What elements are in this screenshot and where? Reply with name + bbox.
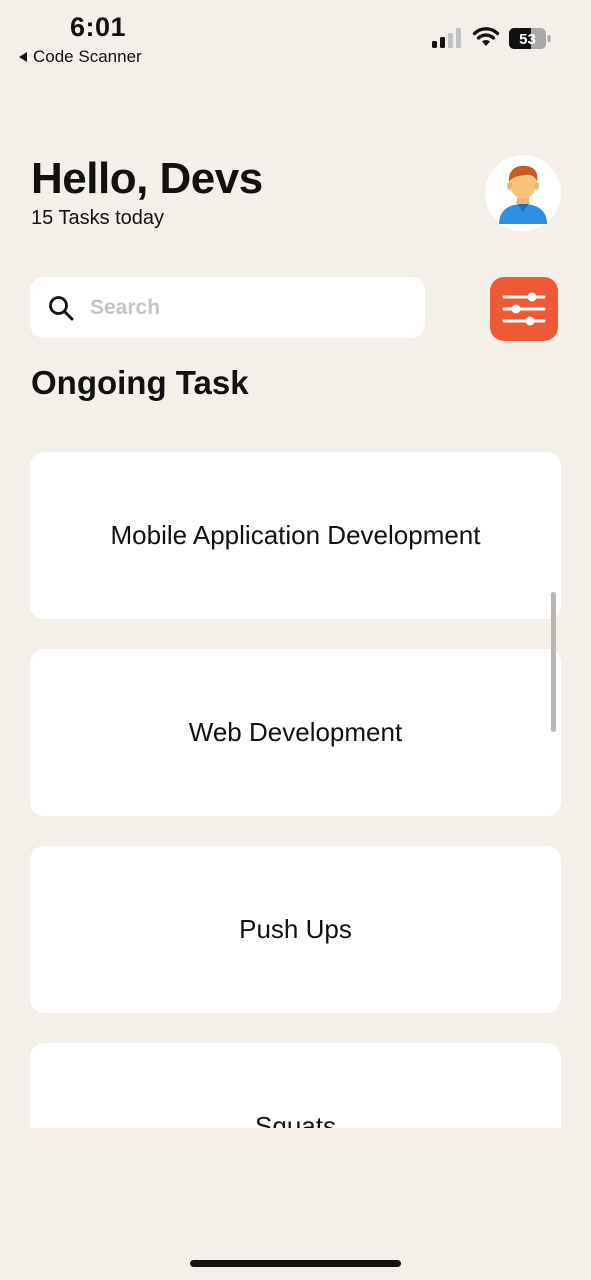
back-caret-icon bbox=[19, 52, 27, 62]
person-avatar-icon bbox=[499, 165, 547, 224]
battery-level: 53 bbox=[519, 31, 536, 48]
scrollbar[interactable] bbox=[551, 592, 556, 732]
screen: 6:01 Code Scanner 53 Hello, Devs 15 Task… bbox=[0, 0, 591, 1280]
task-list[interactable]: Mobile Application Development Web Devel… bbox=[0, 430, 591, 1128]
task-title: Push Ups bbox=[239, 914, 352, 944]
task-card[interactable]: Push Ups bbox=[30, 846, 561, 1013]
task-card[interactable]: Squats bbox=[30, 1043, 561, 1128]
status-time: 6:01 bbox=[70, 12, 127, 42]
task-card[interactable]: Web Development bbox=[30, 649, 561, 816]
cellular-signal-icon bbox=[432, 28, 461, 48]
section-title-ongoing-task: Ongoing Task bbox=[31, 364, 249, 401]
back-link-label: Code Scanner bbox=[33, 47, 142, 66]
wifi-icon bbox=[472, 27, 500, 46]
task-title: Mobile Application Development bbox=[110, 520, 481, 550]
back-to-app-link[interactable]: Code Scanner bbox=[19, 47, 142, 67]
search-input[interactable] bbox=[90, 295, 370, 320]
task-title: Squats bbox=[255, 1111, 336, 1128]
task-title: Web Development bbox=[188, 717, 403, 747]
filter-button[interactable] bbox=[490, 277, 558, 341]
tasks-today-count: 15 Tasks today bbox=[31, 207, 165, 229]
sliders-icon bbox=[502, 292, 546, 326]
task-card[interactable]: Mobile Application Development bbox=[30, 452, 561, 619]
search-bar[interactable] bbox=[30, 277, 425, 338]
search-icon bbox=[49, 295, 74, 320]
avatar[interactable] bbox=[485, 155, 561, 231]
battery-icon: 53 bbox=[509, 28, 551, 49]
greeting-title: Hello, Devs bbox=[31, 154, 263, 203]
home-indicator[interactable] bbox=[190, 1260, 401, 1267]
